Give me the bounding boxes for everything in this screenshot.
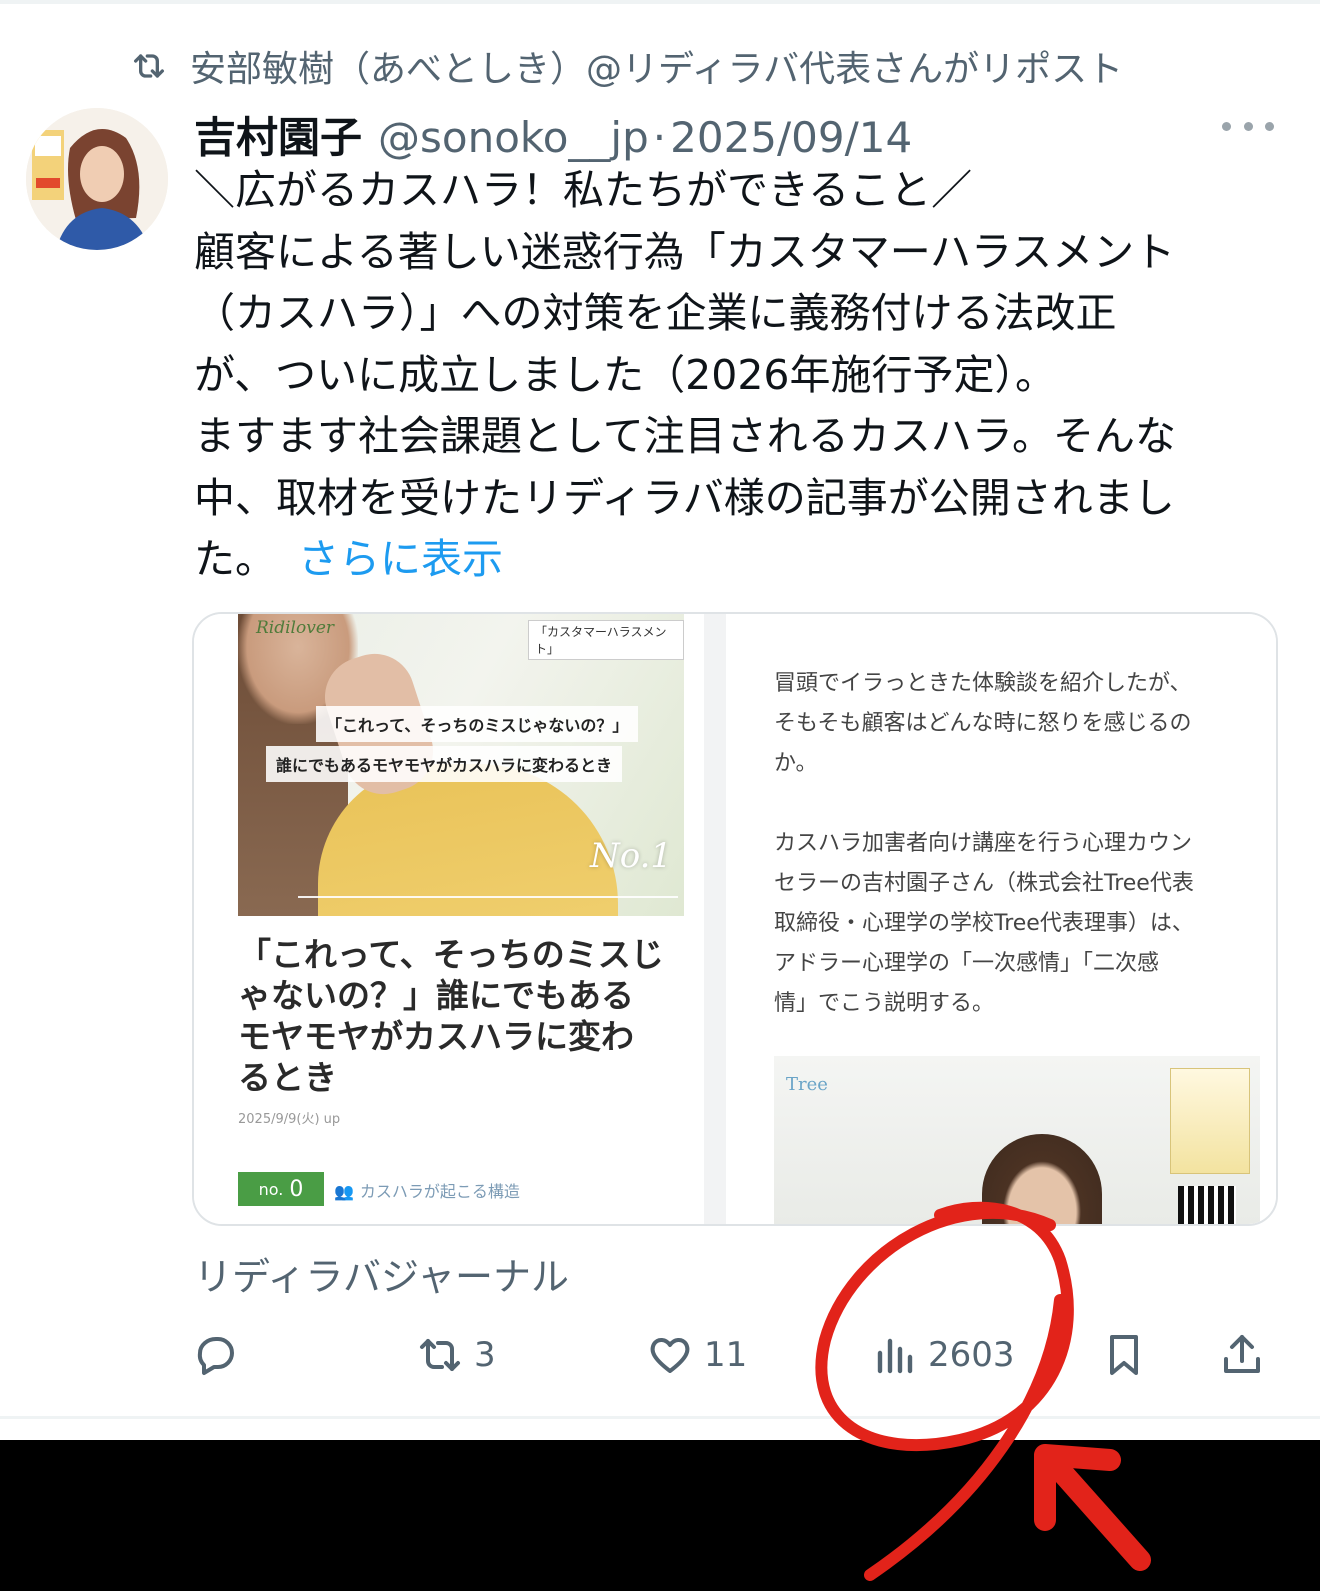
avatar[interactable]	[26, 108, 168, 250]
reply-icon	[197, 1337, 234, 1375]
repost-icon	[420, 1339, 460, 1371]
article-title-line: 「これって、そっちのミスじ	[238, 935, 664, 974]
avatar-image	[26, 108, 168, 250]
tweet-header: 吉村園子 @sonoko__jp · 2025/09/14	[194, 104, 912, 162]
hero-caption-1: 「これって、そっちのミスじゃないの？」	[316, 706, 639, 742]
tweet-line-text: た。	[194, 535, 276, 583]
like-button[interactable]: 11	[646, 1320, 747, 1390]
tweet-line: ますます社会課題として注目されるカスハラ。そんな	[194, 412, 1176, 460]
tweet-line: が、ついに成立しました（2026年施行予定）。	[194, 350, 1057, 399]
bookmark-button[interactable]	[1100, 1320, 1148, 1390]
bookmark-icon	[1110, 1335, 1138, 1375]
hero-line	[298, 896, 678, 898]
tweet-line: 顧客による著しい迷惑行為「カスタマーハラスメント	[194, 227, 1176, 276]
chapter-badge: no. 0	[238, 1172, 324, 1206]
views-button[interactable]: 2603	[870, 1320, 1015, 1390]
tweet-line-last: た。 さらに表示	[194, 529, 1284, 591]
top-divider	[0, 0, 1320, 4]
article-title-line: モヤモヤがカスハラに変わ	[238, 1017, 634, 1056]
excerpt-line: そもそも顧客はどんな時に怒りを感じるの	[774, 711, 1192, 736]
repost-count: 3	[474, 1335, 496, 1375]
share-button[interactable]	[1218, 1320, 1266, 1390]
tweet-line: ＼広がるカスハラ！私たちができること／	[194, 166, 973, 214]
hero-caption-2: 誰にでもあるモヤモヤがカスハラに変わるとき	[266, 746, 623, 782]
badge-prefix: no.	[258, 1179, 284, 1199]
heart-icon	[650, 1338, 690, 1373]
tweet-line: （カスハラ）」への対策を企業に義務付ける法改正	[194, 289, 1117, 337]
badge-number: 0	[289, 1176, 304, 1202]
article-excerpt: 冒頭でイラっときた体験談を紹介したが、 そもそも顧客はどんな時に怒りを感じるの …	[774, 664, 1264, 1024]
excerpt-line: 冒頭でイラっときた体験談を紹介したが、	[774, 671, 1192, 696]
excerpt-line: か。	[774, 751, 818, 776]
tweet-line: 中、取材を受けたリディラバ様の記事が公開されまし	[194, 473, 1175, 522]
repost-icon	[134, 54, 164, 78]
link-preview-card[interactable]: Ridilover 「カスタマーハラスメント」 「これって、そっちのミスじゃない…	[192, 612, 1278, 1226]
more-options-icon[interactable]	[1222, 112, 1274, 140]
excerpt-line: カスハラ加害者向け講座を行う心理カウン	[774, 831, 1193, 856]
repost-header[interactable]: 安部敏樹（あべとしき）@リディラバ代表さんがリポスト	[126, 40, 1123, 92]
card-source[interactable]: リディラバジャーナル	[194, 1246, 569, 1301]
card-right-page: 冒頭でイラっときた体験談を紹介したが、 そもそも顧客はどんな時に怒りを感じるの …	[726, 614, 1276, 1224]
article-photo: Tree	[774, 1056, 1260, 1224]
repost-button[interactable]: 3	[416, 1320, 496, 1390]
user-handle[interactable]: @sonoko__jp	[378, 113, 649, 162]
separator-dot: ·	[652, 113, 667, 162]
repost-label: 安部敏樹（あべとしき）@リディラバ代表さんがリポスト	[190, 49, 1124, 90]
like-count: 11	[704, 1335, 748, 1375]
article-title-line: ゃないの？」誰にでもある	[238, 976, 634, 1015]
hero-tag: 「カスタマーハラスメント」	[528, 620, 684, 660]
black-bar	[0, 1440, 1320, 1591]
book-cover-image	[1170, 1068, 1250, 1174]
ridilover-logo: Ridilover	[256, 618, 335, 638]
bottom-divider	[0, 1416, 1320, 1419]
category-label: カスハラが起こる構造	[359, 1182, 520, 1201]
tweet-date[interactable]: 2025/09/14	[670, 113, 912, 162]
card-left-page: Ridilover 「カスタマーハラスメント」 「これって、そっちのミスじゃない…	[194, 614, 714, 1224]
excerpt-line: アドラー心理学の「一次感情」「二次感	[774, 951, 1160, 976]
article-date: 2025/9/9(火) up	[238, 1112, 341, 1127]
tweet-text: ＼広がるカスハラ！私たちができること／ 顧客による著しい迷惑行為「カスタマーハラ…	[194, 160, 1284, 591]
views-icon	[877, 1338, 913, 1374]
share-icon	[1224, 1335, 1260, 1373]
excerpt-line: セラーの吉村園子さん（株式会社Tree代表	[774, 871, 1194, 896]
tree-logo: Tree	[786, 1074, 828, 1095]
show-more-link[interactable]: さらに表示	[298, 535, 503, 583]
article-title: 「これって、そっちのミスじ ゃないの？」誰にでもある モヤモヤがカスハラに変わ …	[238, 934, 698, 1098]
qr-code-image	[1178, 1186, 1236, 1224]
hero-number: No.1	[590, 836, 673, 876]
person-photo	[982, 1134, 1102, 1224]
views-count: 2603	[928, 1335, 1015, 1375]
chapter-category: 👥 カスハラが起こる構造	[334, 1178, 520, 1202]
excerpt-line: 取締役・心理学の学校Tree代表理事）は、	[774, 911, 1194, 936]
card-divider	[704, 614, 726, 1224]
article-hero-image: Ridilover 「カスタマーハラスメント」 「これって、そっちのミスじゃない…	[238, 614, 684, 916]
excerpt-line: 情」でこう説明する。	[774, 991, 995, 1016]
action-bar: 3 11 2603	[0, 1320, 1320, 1390]
article-title-line: るとき	[238, 1058, 337, 1097]
display-name[interactable]: 吉村園子	[194, 104, 362, 165]
reply-button[interactable]	[192, 1320, 240, 1390]
people-icon: 👥	[334, 1182, 354, 1201]
